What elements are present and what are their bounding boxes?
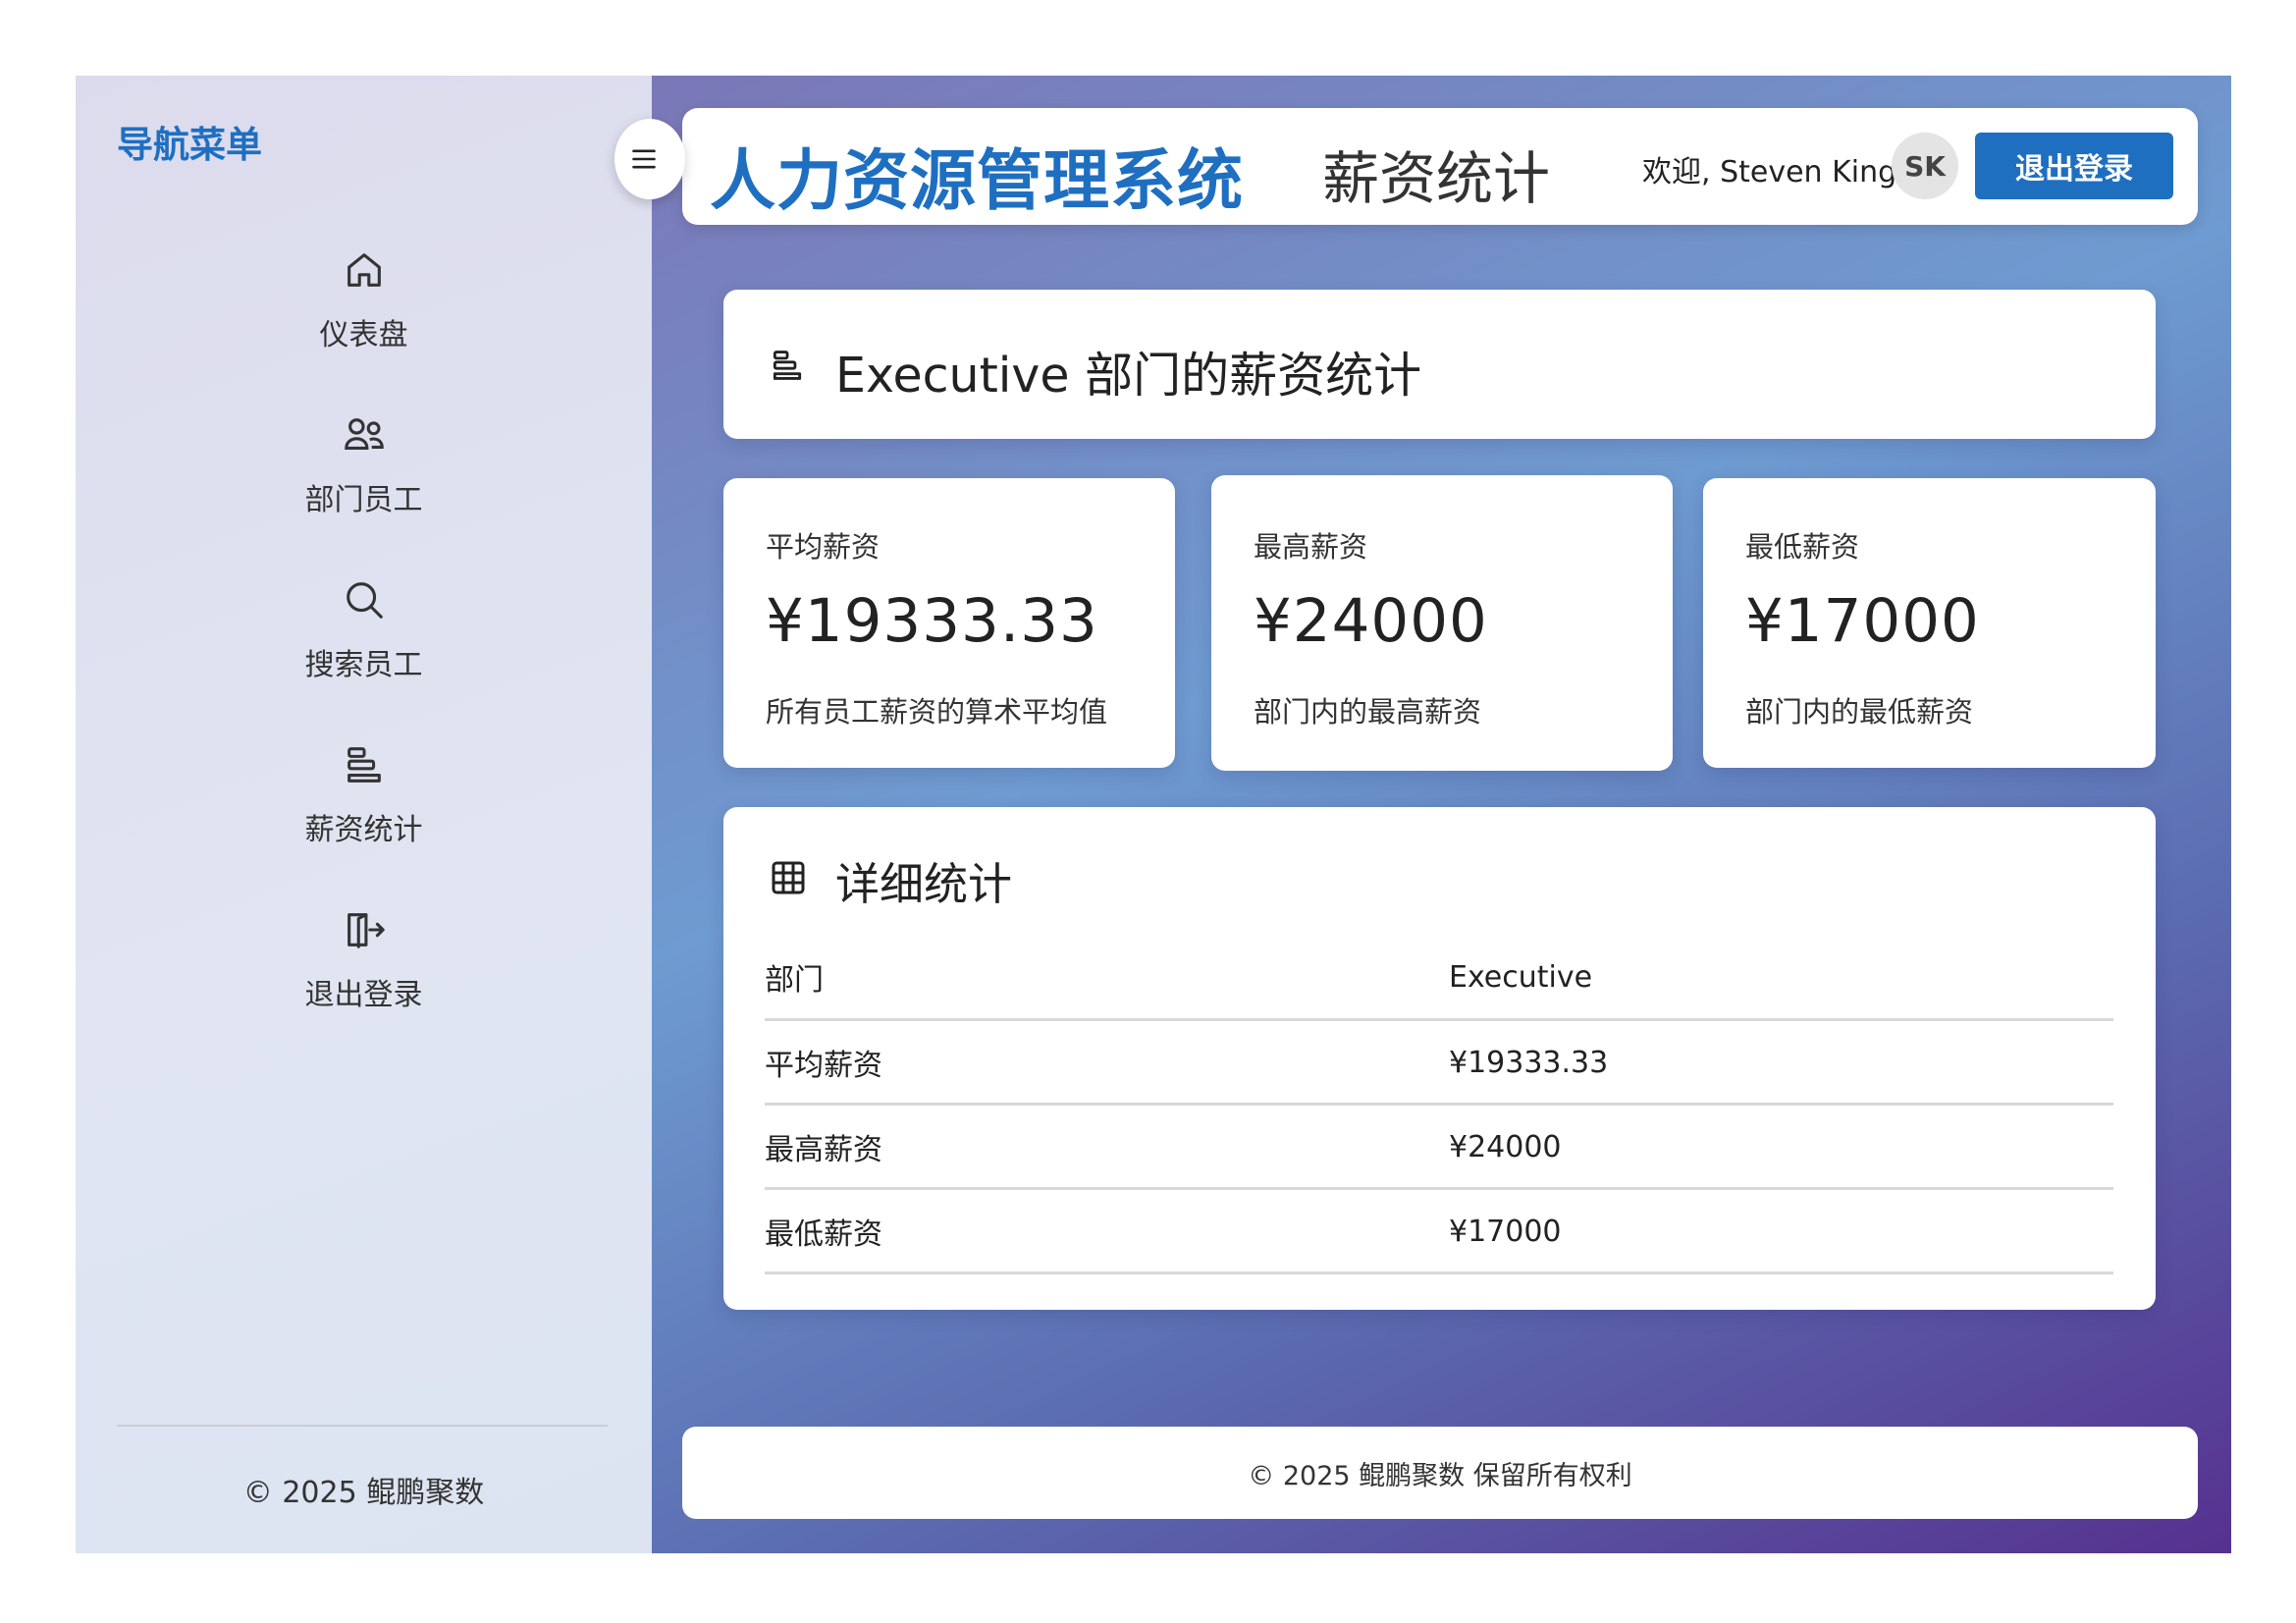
app-title: 人力资源管理系统 (710, 142, 1244, 219)
bars-icon (773, 351, 802, 380)
sidebar-item-label: 搜索员工 (304, 648, 423, 682)
table-cell-label: 最低薪资 (765, 1188, 1449, 1274)
sidebar-item-label: 退出登录 (304, 978, 423, 1012)
detail-stats-card: 详细统计 部门 Executive 平均薪资 ¥19333.33 最高薪资 ¥2… (723, 807, 2156, 1310)
detail-table: 部门 Executive 平均薪资 ¥19333.33 最高薪资 ¥24000 … (765, 935, 2113, 1274)
search-icon (346, 582, 383, 619)
sidebar-item-label: 薪资统计 (304, 813, 423, 847)
table-cell-value: ¥24000 (1449, 1104, 2113, 1190)
stat-value: ¥19333.33 (766, 586, 1098, 656)
home-icon (347, 253, 381, 287)
stat-value: ¥17000 (1745, 586, 1980, 656)
sidebar-item-label: 部门员工 (304, 483, 423, 517)
table-row: 平均薪资 ¥19333.33 (765, 1019, 2113, 1106)
stat-label: 平均薪资 (766, 530, 881, 564)
sidebar-item-search-employees[interactable]: 搜索员工 (76, 568, 652, 732)
table-icon (772, 861, 805, 894)
stat-label: 最低薪资 (1745, 530, 1860, 564)
avatar[interactable]: SK (1892, 133, 1958, 199)
table-row: 最高薪资 ¥24000 (765, 1104, 2113, 1190)
department-title-card: Executive 部门的薪资统计 (723, 290, 2156, 439)
sidebar-item-dashboard[interactable]: 仪表盘 (76, 238, 652, 403)
app-window: 导航菜单 仪表盘 部门员工 搜索员工 薪资统计 退出登录 © 2025 鲲鹏聚数… (76, 76, 2231, 1553)
department-title: Executive 部门的薪资统计 (835, 348, 1422, 404)
logout-icon (347, 913, 385, 948)
table-cell-label: 部门 (765, 935, 1449, 1021)
sidebar-footer: © 2025 鲲鹏聚数 (242, 1476, 485, 1510)
sidebar: 导航菜单 仪表盘 部门员工 搜索员工 薪资统计 退出登录 © 2025 鲲鹏聚数 (76, 76, 652, 1553)
table-cell-value: ¥17000 (1449, 1188, 2113, 1274)
stat-card-min: 最低薪资 ¥17000 部门内的最低薪资 (1703, 478, 2156, 768)
menu-icon (632, 149, 656, 169)
stat-description: 所有员工薪资的算术平均值 (766, 695, 1108, 729)
table-cell-value: Executive (1449, 935, 2113, 1021)
sidebar-item-salary-stats[interactable]: 薪资统计 (76, 732, 652, 897)
stat-label: 最高薪资 (1254, 530, 1368, 564)
logout-button[interactable]: 退出登录 (1975, 133, 2173, 199)
table-cell-label: 平均薪资 (765, 1019, 1449, 1106)
stat-card-average: 平均薪资 ¥19333.33 所有员工薪资的算术平均值 (723, 478, 1175, 768)
welcome-text: 欢迎, Steven King (1642, 155, 1897, 189)
sidebar-title: 导航菜单 (117, 124, 262, 166)
main-content: 人力资源管理系统 薪资统计 欢迎, Steven King SK 退出登录 Ex… (652, 76, 2231, 1553)
table-row: 部门 Executive (765, 935, 2113, 1021)
table-cell-label: 最高薪资 (765, 1104, 1449, 1190)
table-row: 最低薪资 ¥17000 (765, 1188, 2113, 1274)
detail-title: 详细统计 (835, 858, 1013, 910)
stat-card-max: 最高薪资 ¥24000 部门内的最高薪资 (1211, 475, 1673, 771)
sidebar-item-logout[interactable]: 退出登录 (76, 897, 652, 1062)
stat-value: ¥24000 (1254, 586, 1488, 656)
sidebar-item-label: 仪表盘 (319, 318, 408, 352)
sidebar-divider (117, 1425, 608, 1427)
page-footer: © 2025 鲲鹏聚数 保留所有权利 (682, 1427, 2198, 1519)
top-header: 人力资源管理系统 薪资统计 欢迎, Steven King SK 退出登录 (682, 108, 2198, 225)
sidebar-item-department-employees[interactable]: 部门员工 (76, 403, 652, 568)
stat-description: 部门内的最高薪资 (1254, 695, 1482, 729)
table-cell-value: ¥19333.33 (1449, 1019, 2113, 1106)
page-title: 薪资统计 (1322, 145, 1551, 212)
sidebar-toggle-button[interactable] (614, 119, 685, 199)
bars-icon (347, 747, 381, 783)
sidebar-nav: 仪表盘 部门员工 搜索员工 薪资统计 退出登录 (76, 238, 652, 1062)
users-icon (344, 418, 384, 450)
stat-description: 部门内的最低薪资 (1745, 695, 1974, 729)
